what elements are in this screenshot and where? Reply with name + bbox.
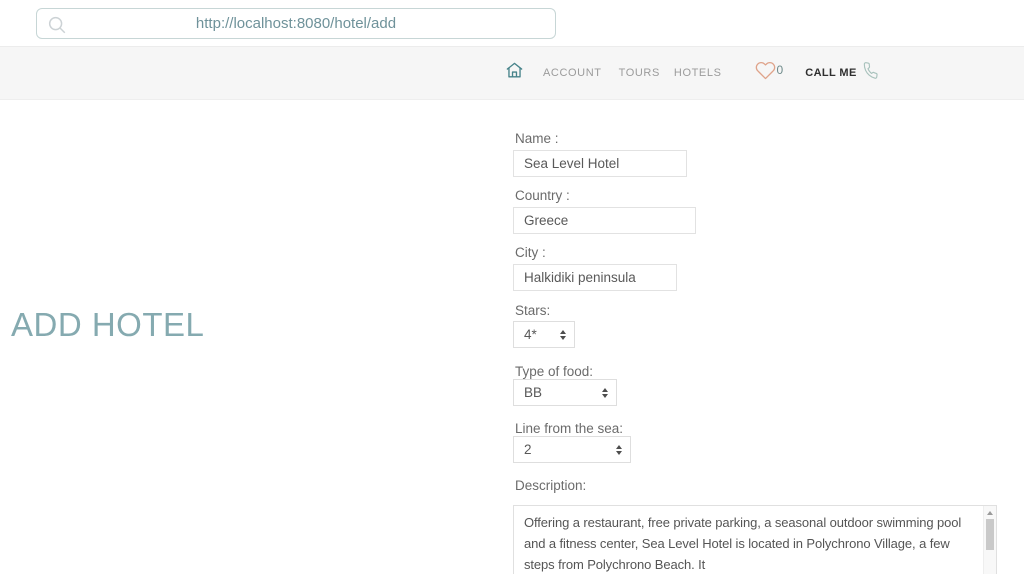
- select-spinner-icon: [616, 444, 622, 455]
- country-label: Country :: [515, 188, 570, 203]
- phone-icon: [862, 62, 879, 84]
- scrollbar-up-icon[interactable]: [987, 511, 993, 515]
- call-me-button[interactable]: CALL ME: [805, 62, 878, 84]
- line-from-sea-select-value: 2: [524, 442, 532, 457]
- description-field-wrap: Offering a restaurant, free private park…: [513, 505, 997, 574]
- textarea-scrollbar[interactable]: [983, 506, 996, 574]
- nav-cluster: ACCOUNT TOURS HOTELS 0 CALL ME: [505, 47, 879, 99]
- select-spinner-icon: [602, 387, 608, 398]
- favorites-button[interactable]: 0: [755, 60, 784, 86]
- line-from-sea-select[interactable]: 2: [513, 436, 631, 463]
- stars-label: Stars:: [515, 303, 551, 318]
- description-label: Description:: [515, 478, 587, 493]
- line-from-sea-label: Line from the sea:: [515, 421, 624, 436]
- heart-icon: [755, 60, 776, 86]
- home-icon: [505, 61, 524, 85]
- select-spinner-icon: [560, 329, 566, 340]
- stars-select[interactable]: 4*: [513, 321, 575, 348]
- country-input[interactable]: [513, 207, 696, 234]
- site-navbar: ACCOUNT TOURS HOTELS 0 CALL ME: [0, 46, 1024, 100]
- address-bar[interactable]: [36, 8, 556, 39]
- city-input[interactable]: [513, 264, 677, 291]
- nav-item-account[interactable]: ACCOUNT: [543, 67, 602, 79]
- url-input[interactable]: [37, 9, 555, 38]
- name-input[interactable]: [513, 150, 687, 177]
- search-icon: [46, 14, 68, 41]
- description-textarea[interactable]: Offering a restaurant, free private park…: [514, 506, 996, 574]
- food-label: Type of food:: [515, 364, 594, 379]
- scrollbar-thumb[interactable]: [986, 519, 994, 550]
- browser-top-bar: [0, 0, 1024, 46]
- favorites-count: 0: [776, 63, 784, 77]
- name-label: Name :: [515, 131, 559, 146]
- food-select[interactable]: BB: [513, 379, 617, 406]
- city-label: City :: [515, 245, 546, 260]
- nav-home-button[interactable]: [505, 61, 524, 85]
- nav-item-hotels[interactable]: HOTELS: [674, 67, 722, 79]
- stars-select-value: 4*: [524, 327, 537, 342]
- food-select-value: BB: [524, 385, 543, 400]
- nav-item-tours[interactable]: TOURS: [619, 67, 660, 79]
- browser-window: ACCOUNT TOURS HOTELS 0 CALL ME: [0, 0, 1024, 574]
- page-title: ADD HOTEL: [11, 306, 205, 343]
- call-me-label: CALL ME: [805, 67, 857, 79]
